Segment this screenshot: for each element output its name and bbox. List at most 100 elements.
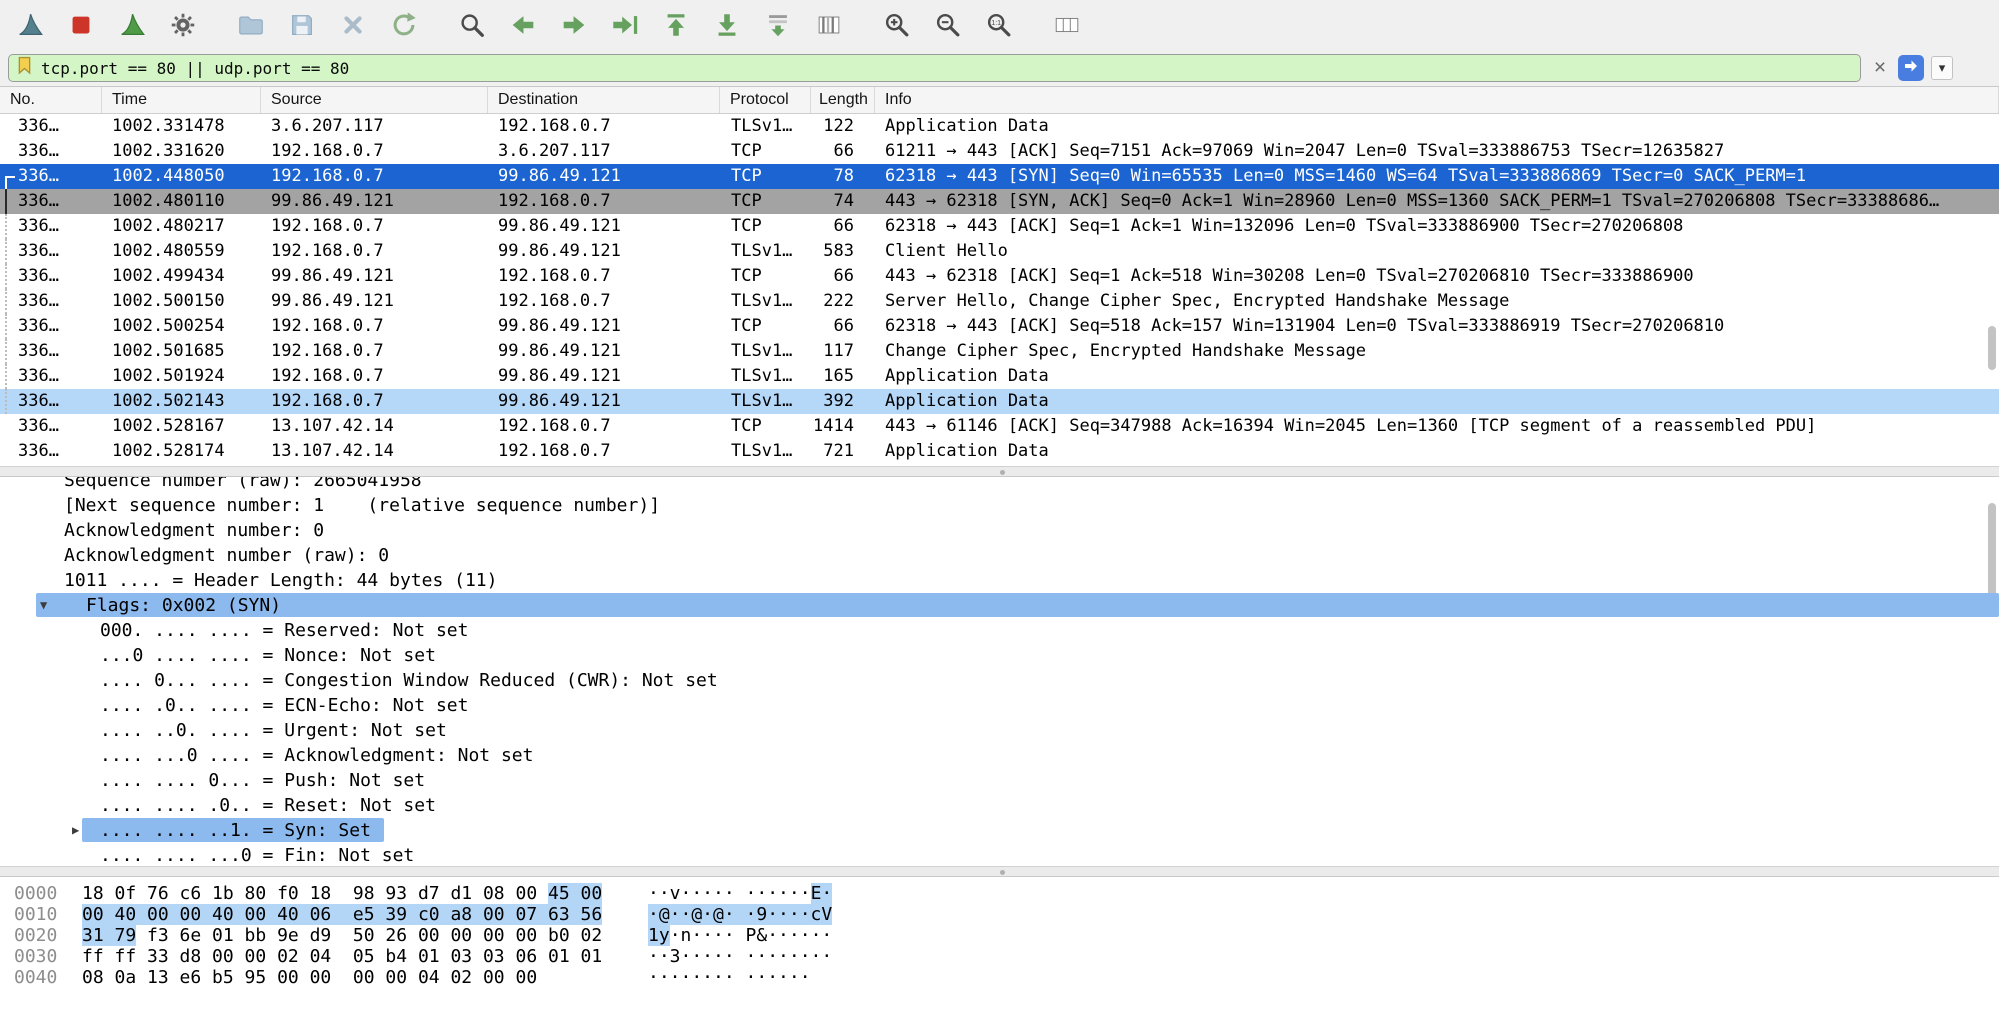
hex-row[interactable]: 001000 40 00 00 40 00 40 06 e5 39 c0 a8 … [14,904,1999,925]
column-header-time[interactable]: Time [102,87,261,113]
packet-row[interactable]: 336…1002.501685192.168.0.799.86.49.121TL… [0,339,1999,364]
packet-row[interactable]: 336…1002.48011099.86.49.121192.168.0.7TC… [0,189,1999,214]
column-header-protocol[interactable]: Protocol [720,87,811,113]
svg-text:1:1: 1:1 [991,20,1001,27]
display-filter-input[interactable]: tcp.port == 80 || udp.port == 80 [8,54,1861,82]
packet-protocol: TLSv1… [720,239,811,264]
detail-row[interactable]: Acknowledgment number: 0 [0,518,1999,543]
restart-capture-button[interactable] [112,5,152,45]
hex-row[interactable]: 004008 0a 13 e6 b5 95 00 00 00 00 04 02 … [14,967,1999,988]
capture-options-button[interactable] [163,5,203,45]
detail-row[interactable]: Acknowledgment number (raw): 0 [0,543,1999,568]
packet-source: 99.86.49.121 [261,264,488,289]
stop-capture-button[interactable] [61,5,101,45]
packet-row[interactable]: 336…1002.480217192.168.0.799.86.49.121TC… [0,214,1999,239]
splitter-list-details[interactable] [0,466,1999,477]
detail-row[interactable]: .... .0.. .... = ECN-Echo: Not set [0,693,1999,718]
detail-row[interactable]: ▼ Flags: 0x002 (SYN) [0,593,1999,618]
filter-apply-button[interactable] [1898,55,1924,81]
arrow-top-icon [661,10,691,40]
find-packet-button[interactable] [452,5,492,45]
go-back-button[interactable] [503,5,543,45]
splitter-details-hex[interactable] [0,866,1999,877]
packet-destination: 192.168.0.7 [488,114,720,139]
packet-length: 165 [811,364,875,389]
detail-row[interactable]: .... .... .0.. = Reset: Not set [0,793,1999,818]
go-forward-button[interactable] [554,5,594,45]
hex-row[interactable]: 0030ff ff 33 d8 00 00 02 04 05 b4 01 03 … [14,946,1999,967]
packet-row[interactable]: 336…1002.52817413.107.42.14192.168.0.7TL… [0,439,1999,464]
packet-protocol: TCP [720,139,811,164]
packet-info: Application Data [875,114,1999,139]
zoom-out-button[interactable] [928,5,968,45]
hex-dump[interactable]: 000018 0f 76 c6 1b 80 f0 18 98 93 d7 d1 … [0,877,1999,1018]
detail-row[interactable]: 1011 .... = Header Length: 44 bytes (11) [0,568,1999,593]
packet-row[interactable]: 336…1002.50015099.86.49.121192.168.0.7TL… [0,289,1999,314]
go-last-packet-button[interactable] [707,5,747,45]
packet-length: 583 [811,239,875,264]
filter-clear-button[interactable]: × [1867,55,1893,81]
packet-destination: 3.6.207.117 [488,139,720,164]
detail-row[interactable]: 000. .... .... = Reserved: Not set [0,618,1999,643]
packet-row[interactable]: 336…1002.448050192.168.0.799.86.49.121TC… [0,164,1999,189]
start-capture-button[interactable] [10,5,50,45]
hex-row[interactable]: 002031 79 f3 6e 01 bb 9e d9 50 26 00 00 … [14,925,1999,946]
go-first-packet-button[interactable] [656,5,696,45]
column-header-no[interactable]: No. [0,87,102,113]
detail-row[interactable]: .... .... ...0 = Fin: Not set [0,843,1999,866]
column-header-source[interactable]: Source [261,87,488,113]
resize-columns-button[interactable] [1047,5,1087,45]
packet-row[interactable]: 336…1002.480559192.168.0.799.86.49.121TL… [0,239,1999,264]
zoom-in-button[interactable] [877,5,917,45]
hex-offset: 0010 [14,904,82,925]
auto-scroll-icon [763,10,793,40]
packet-row[interactable]: 336…1002.502143192.168.0.799.86.49.121TL… [0,389,1999,414]
packet-row[interactable]: 336…1002.52816713.107.42.14192.168.0.7TC… [0,414,1999,439]
detail-row[interactable]: ▶.... .... ..1. = Syn: Set [0,818,1999,843]
auto-scroll-button[interactable] [758,5,798,45]
detail-row[interactable]: .... .... 0... = Push: Not set [0,768,1999,793]
packet-info: Change Cipher Spec, Encrypted Handshake … [875,339,1999,364]
packet-row[interactable]: 336…1002.49943499.86.49.121192.168.0.7TC… [0,264,1999,289]
detail-row[interactable]: ...0 .... .... = Nonce: Not set [0,643,1999,668]
filter-bookmark-icon[interactable] [17,56,32,80]
packet-details[interactable]: Sequence number (raw): 2665041958[Next s… [0,477,1999,866]
packet-length: 74 [811,189,875,214]
go-to-packet-button[interactable] [605,5,645,45]
packet-info: 62318 → 443 [ACK] Seq=518 Ack=157 Win=13… [875,314,1999,339]
gear-icon [168,10,198,40]
detail-text: Flags: 0x002 (SYN) [86,593,281,618]
detail-row[interactable]: .... 0... .... = Congestion Window Reduc… [0,668,1999,693]
detail-row[interactable]: .... ...0 .... = Acknowledgment: Not set [0,743,1999,768]
packet-time: 1002.331478 [102,114,261,139]
column-header-destination[interactable]: Destination [488,87,720,113]
hex-offset: 0040 [14,967,82,988]
column-header-info[interactable]: Info [875,87,1999,113]
expand-arrow-icon[interactable]: ▶ [72,818,79,843]
colorize-packets-button[interactable] [809,5,849,45]
column-header-length[interactable]: Length [811,87,875,113]
packet-row[interactable]: 336…1002.501924192.168.0.799.86.49.121TL… [0,364,1999,389]
packet-info: 443 → 62318 [ACK] Seq=1 Ack=518 Win=3020… [875,264,1999,289]
open-capture-file-button[interactable] [231,5,271,45]
filter-history-dropdown[interactable]: ▾ [1931,56,1953,80]
detail-text: .... ...0 .... = Acknowledgment: Not set [100,743,533,768]
packet-row[interactable]: 336…1002.331620192.168.0.73.6.207.117TCP… [0,139,1999,164]
detail-row[interactable]: .... ..0. .... = Urgent: Not set [0,718,1999,743]
top-bar: 1:1 tcp.port == 80 || udp.port == 80 × ▾ [0,0,1999,87]
detail-row[interactable]: Sequence number (raw): 2665041958 [0,477,1999,493]
packet-row[interactable]: 336…1002.500254192.168.0.799.86.49.121TC… [0,314,1999,339]
hex-row[interactable]: 000018 0f 76 c6 1b 80 f0 18 98 93 d7 d1 … [14,883,1999,904]
packet-list[interactable]: 336…1002.3314783.6.207.117192.168.0.7TLS… [0,114,1999,466]
reload-file-button[interactable] [384,5,424,45]
detail-row[interactable]: [Next sequence number: 1 (relative seque… [0,493,1999,518]
packet-protocol: TCP [720,189,811,214]
packet-row[interactable]: 336…1002.3314783.6.207.117192.168.0.7TLS… [0,114,1999,139]
detail-text: .... .0.. .... = ECN-Echo: Not set [100,693,468,718]
packet-protocol: TLSv1… [720,439,811,464]
detail-text: .... .... ...0 = Fin: Not set [100,843,414,866]
save-capture-file-button[interactable] [282,5,322,45]
zoom-reset-button[interactable]: 1:1 [979,5,1019,45]
collapse-arrow-icon[interactable]: ▼ [40,593,47,618]
close-capture-file-button[interactable] [333,5,373,45]
